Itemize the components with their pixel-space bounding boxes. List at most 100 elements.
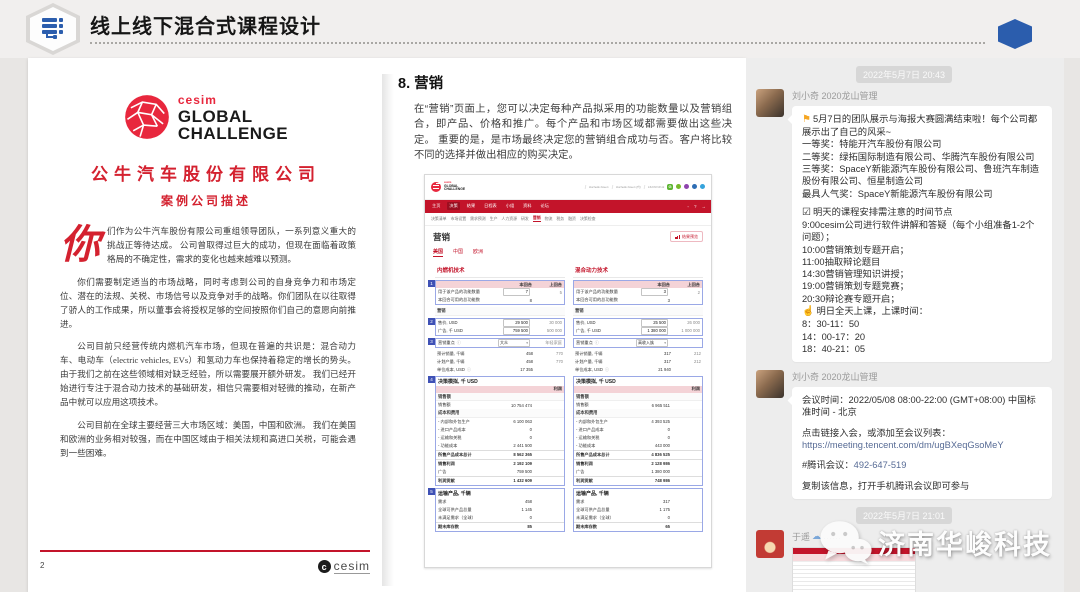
value-this-round: 0: [502, 427, 532, 432]
person-icon[interactable]: ◦: [687, 204, 689, 209]
status-circle-icon[interactable]: [684, 184, 689, 189]
panel-row: 销售利润2 192 109: [436, 459, 564, 468]
case-document-page: cesim GLOBAL CHALLENGE 公牛汽车股份有限公司 案例公司描述…: [30, 74, 382, 586]
info-icon[interactable]: ⓘ: [457, 340, 461, 345]
region-tab[interactable]: 中国: [453, 248, 463, 258]
chart-icon: [675, 235, 680, 239]
region-tab[interactable]: 美国: [433, 248, 443, 258]
panel-row: 营销重点ⓘ高收入族▾: [574, 339, 702, 347]
value-input[interactable]: 25 500: [641, 319, 668, 327]
value-input[interactable]: 29 500: [503, 319, 530, 327]
focus-select[interactable]: 高收入族▾: [636, 339, 668, 347]
status-circle-icon[interactable]: [676, 184, 681, 189]
value-this-round: 0: [502, 515, 532, 520]
value-this-round: 8 562 365: [502, 452, 532, 457]
message-line: 18：40-21：05: [802, 343, 1042, 355]
case-body: 你们作为公牛汽车股份有限公司重组领导团队，一系列意义重大的挑战正等待达成。 公司…: [60, 225, 356, 461]
thumb-table-rows: [793, 562, 915, 592]
panel-row: 成本和费用: [436, 409, 564, 418]
group-number-badge: 3: [428, 338, 435, 345]
topbar-user-item[interactable]: Rochelle Green: [585, 185, 609, 189]
dash-subnav-item[interactable]: 税务: [556, 216, 564, 222]
value-input[interactable]: 3: [641, 288, 668, 296]
avatar-liu[interactable]: [756, 89, 784, 117]
panel-row: 营销: [573, 307, 703, 316]
value-this-round: 1 175: [640, 507, 670, 512]
info-icon[interactable]: ⓘ: [605, 367, 609, 372]
dash-subnav-item[interactable]: 物流: [545, 216, 553, 222]
paragraph-1-text: 们作为公牛汽车股份有限公司重组领导团队，一系列意义重大的挑战正等待达成。 公司曾…: [107, 226, 356, 264]
dash-nav-item[interactable]: 结果: [465, 202, 477, 210]
panel-row: 销售额10 754 474: [436, 401, 564, 409]
value-input[interactable]: 759 500: [503, 327, 530, 335]
chevron-down-icon: ▾: [664, 340, 666, 346]
dash-subnav-item[interactable]: 需求预测: [470, 216, 486, 222]
message-text: 9:00cesim公司进行软件讲解和答疑（每个小组准备1-2个问题）；: [802, 220, 1034, 242]
point-emoji: ☝: [802, 306, 814, 317]
info-icon[interactable]: ⓘ: [467, 367, 471, 372]
join-hint-line: 点击链接入会，或添加至会议列表：: [802, 427, 1042, 439]
avatar-liu[interactable]: [756, 370, 784, 398]
dash-nav-item[interactable]: 论坛: [539, 202, 551, 210]
row-label: 广告: [576, 469, 640, 475]
help-icon[interactable]: ?: [694, 204, 697, 209]
sender-name: 刘小奇 2020龙山管理: [792, 89, 1052, 102]
message-line: 最具人气奖：SpaceY新能源汽车股份有限公司: [802, 188, 1042, 200]
section-body: 在“营销”页面上，您可以决定每种产品拟采用的功能数量以及营销组合，即产品、价格和…: [414, 102, 732, 164]
focus-select[interactable]: 大众▾: [498, 339, 530, 347]
cesim-globe-icon: [124, 94, 170, 140]
info-icon[interactable]: ⓘ: [595, 340, 599, 345]
dash-subnav-item[interactable]: 人力资源: [501, 216, 517, 222]
message-line: 8：30-11：50: [802, 318, 1042, 330]
dash-subnav-item[interactable]: 融资: [568, 216, 576, 222]
section-label: 决策模拟, 千 USD: [576, 378, 700, 385]
topbar-user-item[interactable]: Rochelle Green (代): [612, 185, 641, 189]
row-label: 全球可供产品总量: [576, 507, 640, 513]
column-header: 本回合: [640, 282, 670, 288]
value-this-round: 1 145: [502, 507, 532, 512]
message-line: 10:00营销策划专题开启；: [802, 244, 1042, 256]
results-preview-label: 结果预览: [682, 234, 698, 240]
panel-group: 运输产品, 千辆需求317全球可供产品总量1 175未满足需求（全球）0期末库存…: [573, 488, 703, 532]
value-this-round: 4 393 525: [640, 419, 670, 424]
group-number-badge: 2: [428, 318, 435, 325]
meeting-id-value[interactable]: 492-647-519: [854, 460, 907, 470]
team-chip-icon[interactable]: G: [667, 184, 673, 190]
panel-row: 利润贡献748 986: [574, 476, 702, 485]
panel-row: 销售额6 965 511: [574, 401, 702, 409]
value-last-round: 1 000 000: [670, 328, 700, 333]
row-label: 全球可供产品总量: [438, 507, 502, 513]
dash-subnav-item[interactable]: 决策清单: [431, 216, 447, 222]
meeting-link[interactable]: https://meeting.tencent.com/dm/ugBXeqGso…: [802, 440, 1004, 450]
avatar-yuyao[interactable]: [756, 530, 784, 558]
value-this-round: 2 441 500: [502, 443, 532, 448]
message-line: ☑明天的课程安排需注意的时间节点: [802, 206, 1042, 219]
panel-row: 需求317: [574, 498, 702, 506]
topbar-user-item[interactable]: 13d 09:50:14: [643, 185, 664, 189]
row-label: 未满足需求（全球）: [438, 515, 502, 521]
dash-subnav-item[interactable]: 决策检查: [580, 216, 596, 222]
dash-nav-item[interactable]: 主页: [430, 202, 442, 210]
image-attachment[interactable]: [792, 547, 916, 592]
status-circle-icon[interactable]: [692, 184, 697, 189]
dashboard-topbar-right: Rochelle GreenRochelle Green (代)13d 09:5…: [585, 184, 705, 190]
region-tab[interactable]: 欧洲: [473, 248, 483, 258]
dash-nav-item[interactable]: 决策: [447, 202, 459, 210]
dash-nav-item[interactable]: 小组: [504, 202, 516, 210]
value-input[interactable]: 7: [503, 288, 530, 296]
cesim-brand-text: cesim: [178, 94, 288, 106]
paragraph-4: 公司目前在全球主要经营三大市场区域：美国，中国和欧洲。 我们在美国和欧洲的业务相…: [60, 419, 356, 461]
panel-row: 全球可供产品总量1 145: [436, 506, 564, 514]
dash-subnav-item[interactable]: 生产: [490, 216, 498, 222]
check-emoji: ☑: [802, 207, 811, 218]
dash-subnav-item[interactable]: 营销: [533, 215, 541, 222]
results-preview-button[interactable]: 结果预览: [670, 231, 703, 242]
logout-icon[interactable]: →: [702, 204, 707, 209]
dash-nav-item[interactable]: 资料: [521, 202, 533, 210]
dash-subnav-item[interactable]: 市场设置: [451, 216, 467, 222]
dash-subnav-item[interactable]: 研发: [521, 216, 529, 222]
value-input[interactable]: 1 380 000: [641, 327, 668, 335]
status-circle-icon[interactable]: [700, 184, 705, 189]
dash-nav-item[interactable]: 日程表: [482, 202, 499, 210]
paragraph-1: 你们作为公牛汽车股份有限公司重组领导团队，一系列意义重大的挑战正等待达成。 公司…: [60, 225, 356, 267]
